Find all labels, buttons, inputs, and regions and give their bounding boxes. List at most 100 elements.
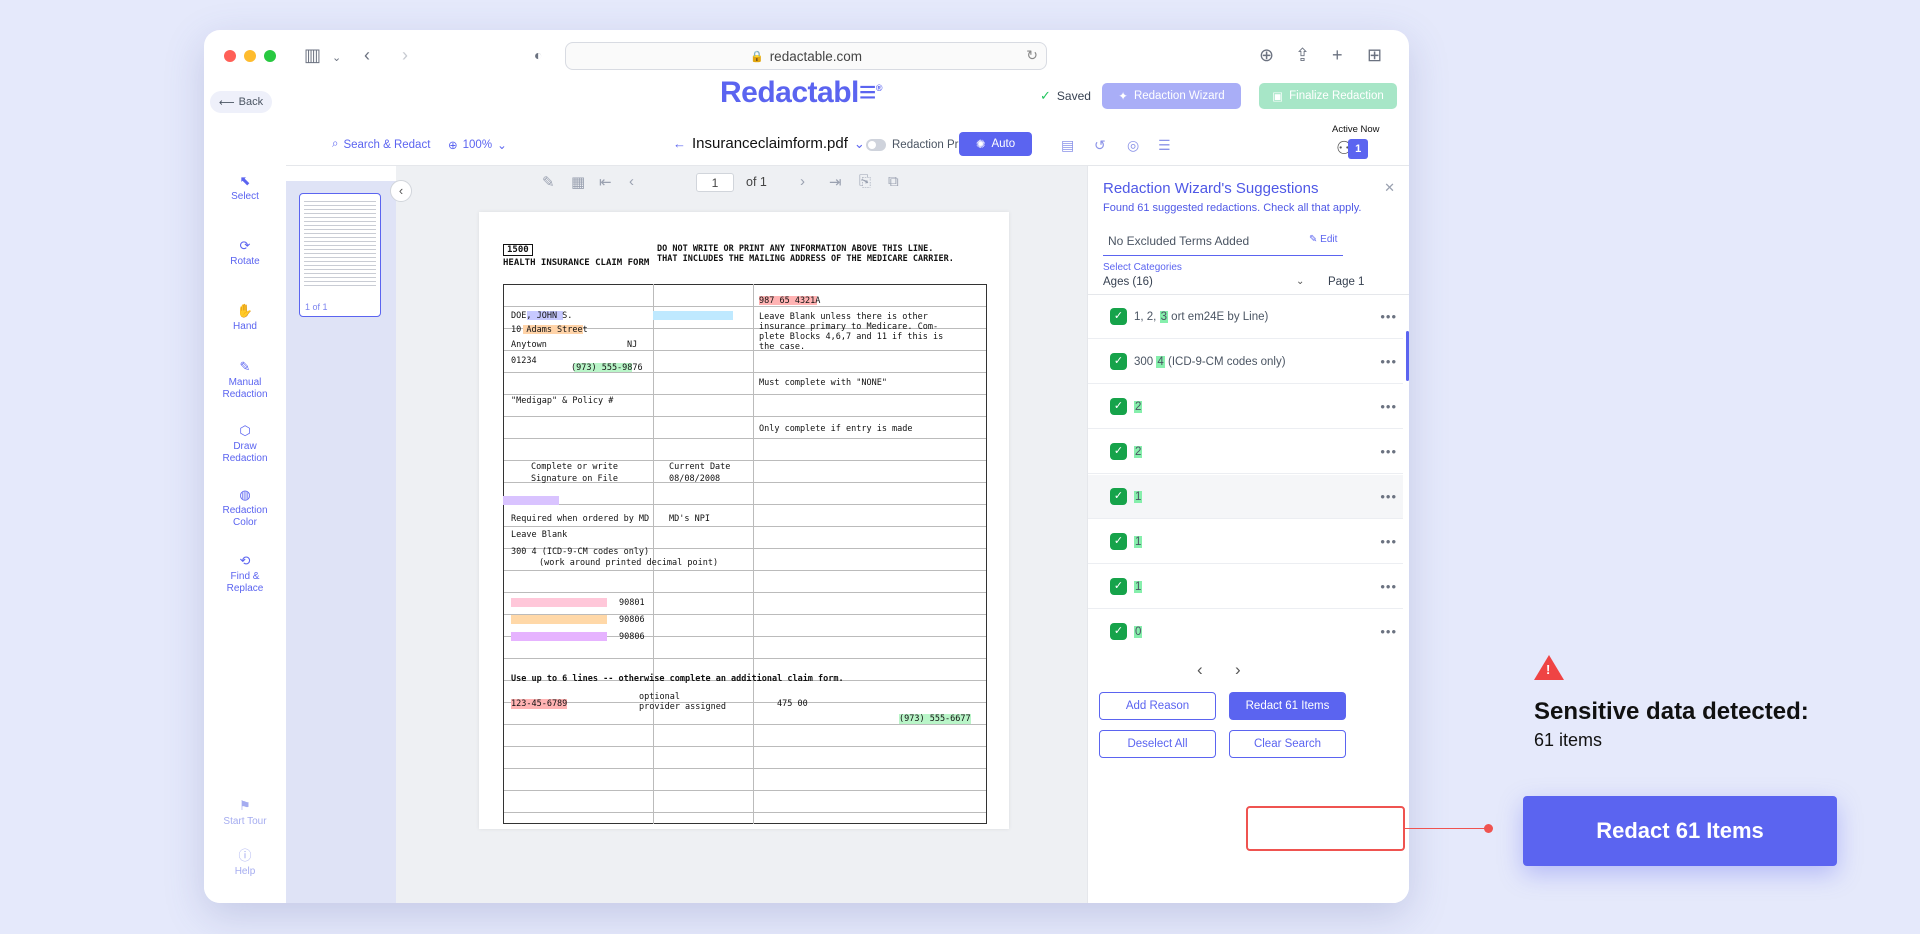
tool-select[interactable]: ⬉ Select	[204, 174, 286, 203]
first-page-icon[interactable]: ⇤	[599, 173, 612, 191]
suggestion-row[interactable]: ✓ 0 •••	[1088, 610, 1403, 646]
forward-arrow-icon[interactable]: ›	[402, 45, 408, 65]
sidebar-toggle-icon[interactable]: ▥	[304, 45, 321, 65]
suggestion-hit: 0	[1134, 625, 1143, 638]
more-icon[interactable]: •••	[1380, 444, 1397, 459]
export-icon[interactable]: ⎘	[859, 173, 871, 190]
deselect-all-button[interactable]: Deselect All	[1099, 730, 1216, 758]
callout-dot	[1484, 824, 1493, 833]
check-icon: ✓	[1040, 88, 1051, 103]
start-tour[interactable]: ⚑ Start Tour	[204, 799, 286, 828]
tool-find-replace[interactable]: ⟲ Find & Replace	[204, 554, 286, 595]
suggestion-row[interactable]: ✓ 2 •••	[1088, 385, 1403, 429]
more-icon[interactable]: •••	[1380, 579, 1397, 594]
more-icon[interactable]: •••	[1380, 534, 1397, 549]
checkbox-checked-icon[interactable]: ✓	[1110, 353, 1127, 370]
next-page-icon[interactable]: ›	[800, 173, 805, 190]
tool-manual-redaction[interactable]: ✎ Manual Redaction	[204, 360, 286, 401]
more-icon[interactable]: •••	[1380, 309, 1397, 324]
suggestion-row[interactable]: ✓ 1 •••	[1088, 520, 1403, 564]
layout-icon[interactable]: ▤	[1061, 137, 1074, 154]
download-icon[interactable]: ⊕	[1259, 45, 1274, 65]
doc-field: 01234	[511, 356, 537, 366]
doc-field: 987 65 4321A	[759, 296, 821, 306]
new-tab-icon[interactable]: +	[1332, 45, 1343, 65]
checkbox-checked-icon[interactable]: ✓	[1110, 308, 1127, 325]
next-suggestions-icon[interactable]: ›	[1235, 660, 1241, 680]
checkbox-checked-icon[interactable]: ✓	[1110, 443, 1127, 460]
logo-mark-icon: ≡	[858, 76, 877, 109]
auto-button[interactable]: ✺ Auto	[959, 132, 1032, 156]
pdf-page[interactable]: 1500 HEALTH INSURANCE CLAIM FORM DO NOT …	[479, 212, 1009, 829]
active-users[interactable]: ⚇ 1	[1336, 138, 1369, 159]
tab-overview-icon[interactable]: ⊞	[1367, 45, 1382, 65]
clear-search-button[interactable]: Clear Search	[1229, 730, 1346, 758]
prev-page-icon[interactable]: ‹	[629, 173, 634, 190]
chevron-down-icon[interactable]: ⌄	[332, 48, 341, 68]
tool-rotate[interactable]: ⟳ Rotate	[204, 239, 286, 268]
address-bar[interactable]: 🔒 redactable.com ↻	[565, 42, 1047, 70]
close-icon[interactable]: ✕	[1384, 180, 1395, 196]
more-icon[interactable]: •••	[1380, 399, 1397, 414]
checkbox-checked-icon[interactable]: ✓	[1110, 488, 1127, 505]
checkbox-checked-icon[interactable]: ✓	[1110, 578, 1127, 595]
list-scrollbar[interactable]	[1406, 331, 1409, 381]
reload-icon[interactable]: ↻	[1026, 47, 1038, 64]
edit-terms-link[interactable]: ✎ Edit	[1309, 234, 1337, 245]
category-select[interactable]: Ages (16)	[1103, 276, 1153, 288]
last-page-icon[interactable]: ⇥	[829, 173, 842, 191]
more-icon[interactable]: •••	[1380, 624, 1397, 639]
calendar-icon[interactable]: ▦	[571, 173, 585, 191]
editor-toolbar: ⌕ Search & Redact ⊕ 100% ⌄ ← Insurancecl…	[286, 126, 1409, 166]
back-button[interactable]: ⟵ Back	[210, 91, 272, 113]
more-icon[interactable]: •••	[1380, 354, 1397, 369]
prev-suggestions-icon[interactable]: ‹	[1197, 660, 1203, 680]
prev-file-icon[interactable]: ←	[673, 136, 686, 151]
tool-draw-redaction[interactable]: ⬡ Draw Redaction	[204, 424, 286, 465]
chevron-down-icon[interactable]: ⌄	[1296, 276, 1304, 287]
tool-hand[interactable]: ✋ Hand	[204, 304, 286, 333]
suggestion-row[interactable]: ✓ 300 4 (ICD-9-CM codes only) •••	[1088, 340, 1403, 384]
file-selector[interactable]: ← Insuranceclaimform.pdf ⌄ →	[673, 135, 884, 152]
page-input[interactable]: 1	[696, 173, 734, 192]
suggestion-row[interactable]: ✓ 1, 2, 3 ort em24E by Line) •••	[1088, 295, 1403, 339]
page-indicator: Page 1	[1328, 276, 1365, 288]
suggestion-row[interactable]: ✓ 1 •••	[1088, 475, 1403, 519]
finalize-redaction-button[interactable]: ▣ Finalize Redaction	[1259, 83, 1397, 109]
zoom-dot[interactable]	[264, 50, 276, 62]
minimize-dot[interactable]	[244, 50, 256, 62]
edit-icon[interactable]: ✎	[542, 173, 555, 191]
comment-icon[interactable]: ◎	[1127, 137, 1139, 154]
more-icon[interactable]: •••	[1380, 489, 1397, 504]
history-icon[interactable]: ↺	[1094, 137, 1106, 154]
search-redact-button[interactable]: ⌕ Search & Redact	[332, 138, 430, 151]
tool-label: Draw Redaction	[222, 441, 268, 464]
suggestion-row[interactable]: ✓ 1 •••	[1088, 565, 1403, 609]
back-arrow-icon[interactable]: ‹	[364, 45, 370, 65]
list-icon[interactable]: ☰	[1158, 137, 1171, 154]
shield-icon[interactable]: ◐	[534, 45, 542, 65]
tool-redaction-color[interactable]: ◍ Redaction Color	[204, 488, 286, 529]
checkbox-checked-icon[interactable]: ✓	[1110, 623, 1127, 640]
redact-items-button[interactable]: Redact 61 Items	[1229, 692, 1346, 720]
close-dot[interactable]	[224, 50, 236, 62]
copy-page-icon[interactable]: ⧉	[888, 173, 899, 190]
doc-field: 10 Adams Street	[511, 325, 588, 335]
suggestion-hit: 2	[1134, 400, 1143, 413]
checkbox-checked-icon[interactable]: ✓	[1110, 533, 1127, 550]
zoom-select[interactable]: ⊕ 100% ⌄	[448, 138, 507, 152]
checkbox-checked-icon[interactable]: ✓	[1110, 398, 1127, 415]
chevron-down-icon[interactable]: ⌄	[854, 136, 865, 152]
page-thumbnail[interactable]: 1 of 1	[299, 193, 381, 317]
suggestion-row[interactable]: ✓ 2 •••	[1088, 430, 1403, 474]
toggle-switch[interactable]	[866, 139, 886, 151]
excluded-terms-field[interactable]: No Excluded Terms Added	[1103, 226, 1343, 256]
share-icon[interactable]: ⇪	[1295, 45, 1310, 65]
add-reason-button[interactable]: Add Reason	[1099, 692, 1216, 720]
redact-callout-button[interactable]: Redact 61 Items	[1523, 796, 1837, 866]
suggestion-text: 1	[1134, 490, 1143, 503]
panel-title: Redaction Wizard's Suggestions	[1103, 180, 1319, 197]
redaction-wizard-button[interactable]: ✦ Redaction Wizard	[1102, 83, 1241, 109]
doc-field: 123-45-6789	[511, 699, 568, 709]
help[interactable]: ⓘ Help	[204, 849, 286, 878]
